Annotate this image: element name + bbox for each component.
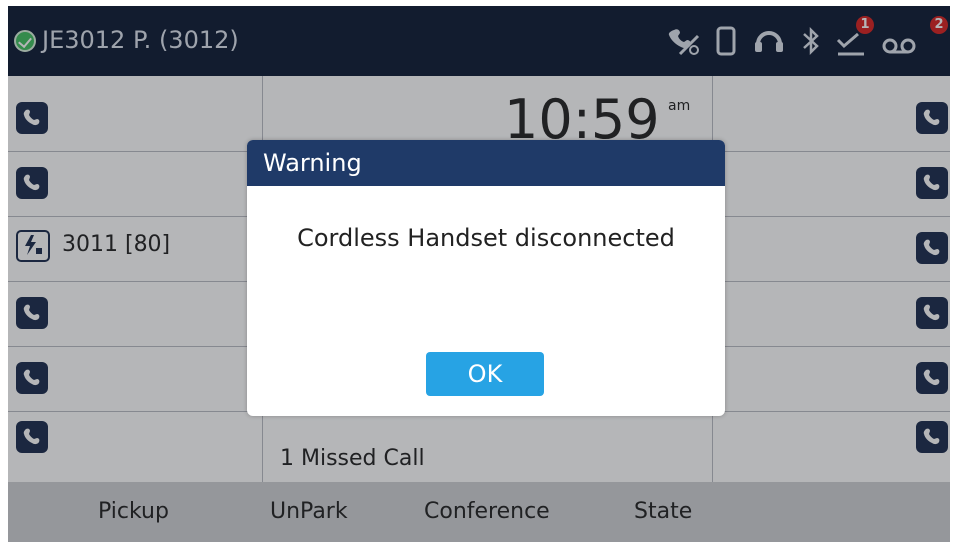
dialog-header: Warning bbox=[247, 140, 725, 186]
dialog-title: Warning bbox=[263, 149, 362, 177]
ok-button[interactable]: OK bbox=[426, 352, 544, 396]
warning-dialog: Warning Cordless Handset disconnected OK bbox=[247, 140, 725, 416]
phone-screen: JE3012 P. (3012) 1 2 3011 [80] 10:59 am … bbox=[8, 6, 950, 542]
dialog-message: Cordless Handset disconnected bbox=[297, 224, 675, 252]
